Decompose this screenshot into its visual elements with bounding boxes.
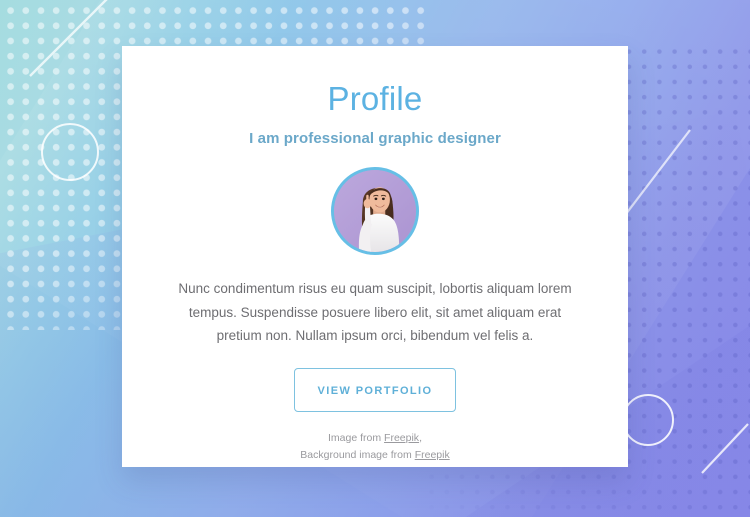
credit-image-suffix: , bbox=[419, 431, 422, 444]
image-credits: Image from Freepik, Background image fro… bbox=[122, 412, 628, 464]
freepik-link-image[interactable]: Freepik bbox=[384, 432, 419, 444]
freepik-link-background[interactable]: Freepik bbox=[415, 449, 450, 461]
button-row: VIEW PORTFOLIO bbox=[122, 348, 628, 412]
credit-line-image: Image from Freepik, bbox=[122, 430, 628, 447]
profile-subtitle: I am professional graphic designer bbox=[249, 130, 501, 148]
credit-image-prefix: Image from bbox=[328, 431, 385, 444]
avatar-photo bbox=[334, 170, 416, 253]
credit-background-prefix: Background image from bbox=[300, 448, 415, 461]
profile-description: Nunc condimentum risus eu quam suscipit,… bbox=[178, 281, 572, 344]
avatar bbox=[331, 167, 419, 256]
page-title: Profile bbox=[327, 80, 423, 117]
view-portfolio-button[interactable]: VIEW PORTFOLIO bbox=[294, 367, 456, 412]
page-root: Profile I am professional graphic design… bbox=[0, 0, 750, 517]
profile-card: Profile I am professional graphic design… bbox=[122, 46, 628, 467]
credit-line-background: Background image from Freepik bbox=[122, 447, 628, 464]
